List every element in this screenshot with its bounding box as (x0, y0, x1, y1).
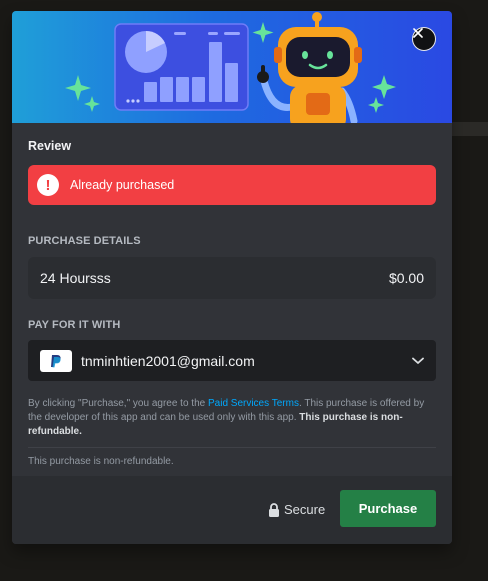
exclamation-icon: ! (37, 174, 59, 196)
secure-indicator: Secure (268, 502, 325, 517)
item-price: $0.00 (388, 270, 424, 286)
modal-footer: Secure Purchase (12, 476, 452, 544)
close-button[interactable] (412, 27, 436, 51)
non-refundable-note: This purchase is non-refundable. (28, 456, 174, 467)
alert-text: Already purchased (70, 178, 175, 192)
payment-email: tnminhtien2001@gmail.com (81, 352, 255, 369)
lock-icon (269, 502, 279, 517)
purchase-modal: Review ! Already purchased PURCHASE DETA… (12, 11, 452, 544)
item-name: 24 Hoursss (40, 270, 111, 286)
already-purchased-alert: ! Already purchased (28, 165, 436, 205)
purchase-button[interactable]: Purchase (340, 490, 436, 527)
review-heading: Review (28, 139, 72, 153)
pay-for-it-with-label: PAY FOR IT WITH (28, 319, 121, 331)
terms-text: By clicking "Purchase," you agree to the… (28, 398, 425, 437)
modal-banner (12, 11, 452, 123)
banner-illustration (65, 12, 396, 123)
chevron-down-icon[interactable] (412, 357, 424, 365)
payment-method-select[interactable]: tnminhtien2001@gmail.com (28, 340, 436, 381)
secure-label: Secure (284, 502, 326, 517)
background-panel-edge (452, 122, 488, 136)
paypal-icon (40, 349, 72, 372)
close-icon (413, 28, 423, 38)
divider (28, 447, 436, 448)
paid-services-terms-link[interactable]: Paid Services Terms (208, 398, 299, 409)
purchase-item-row: 24 Hoursss $0.00 (28, 257, 436, 299)
purchase-details-label: PURCHASE DETAILS (28, 235, 141, 247)
